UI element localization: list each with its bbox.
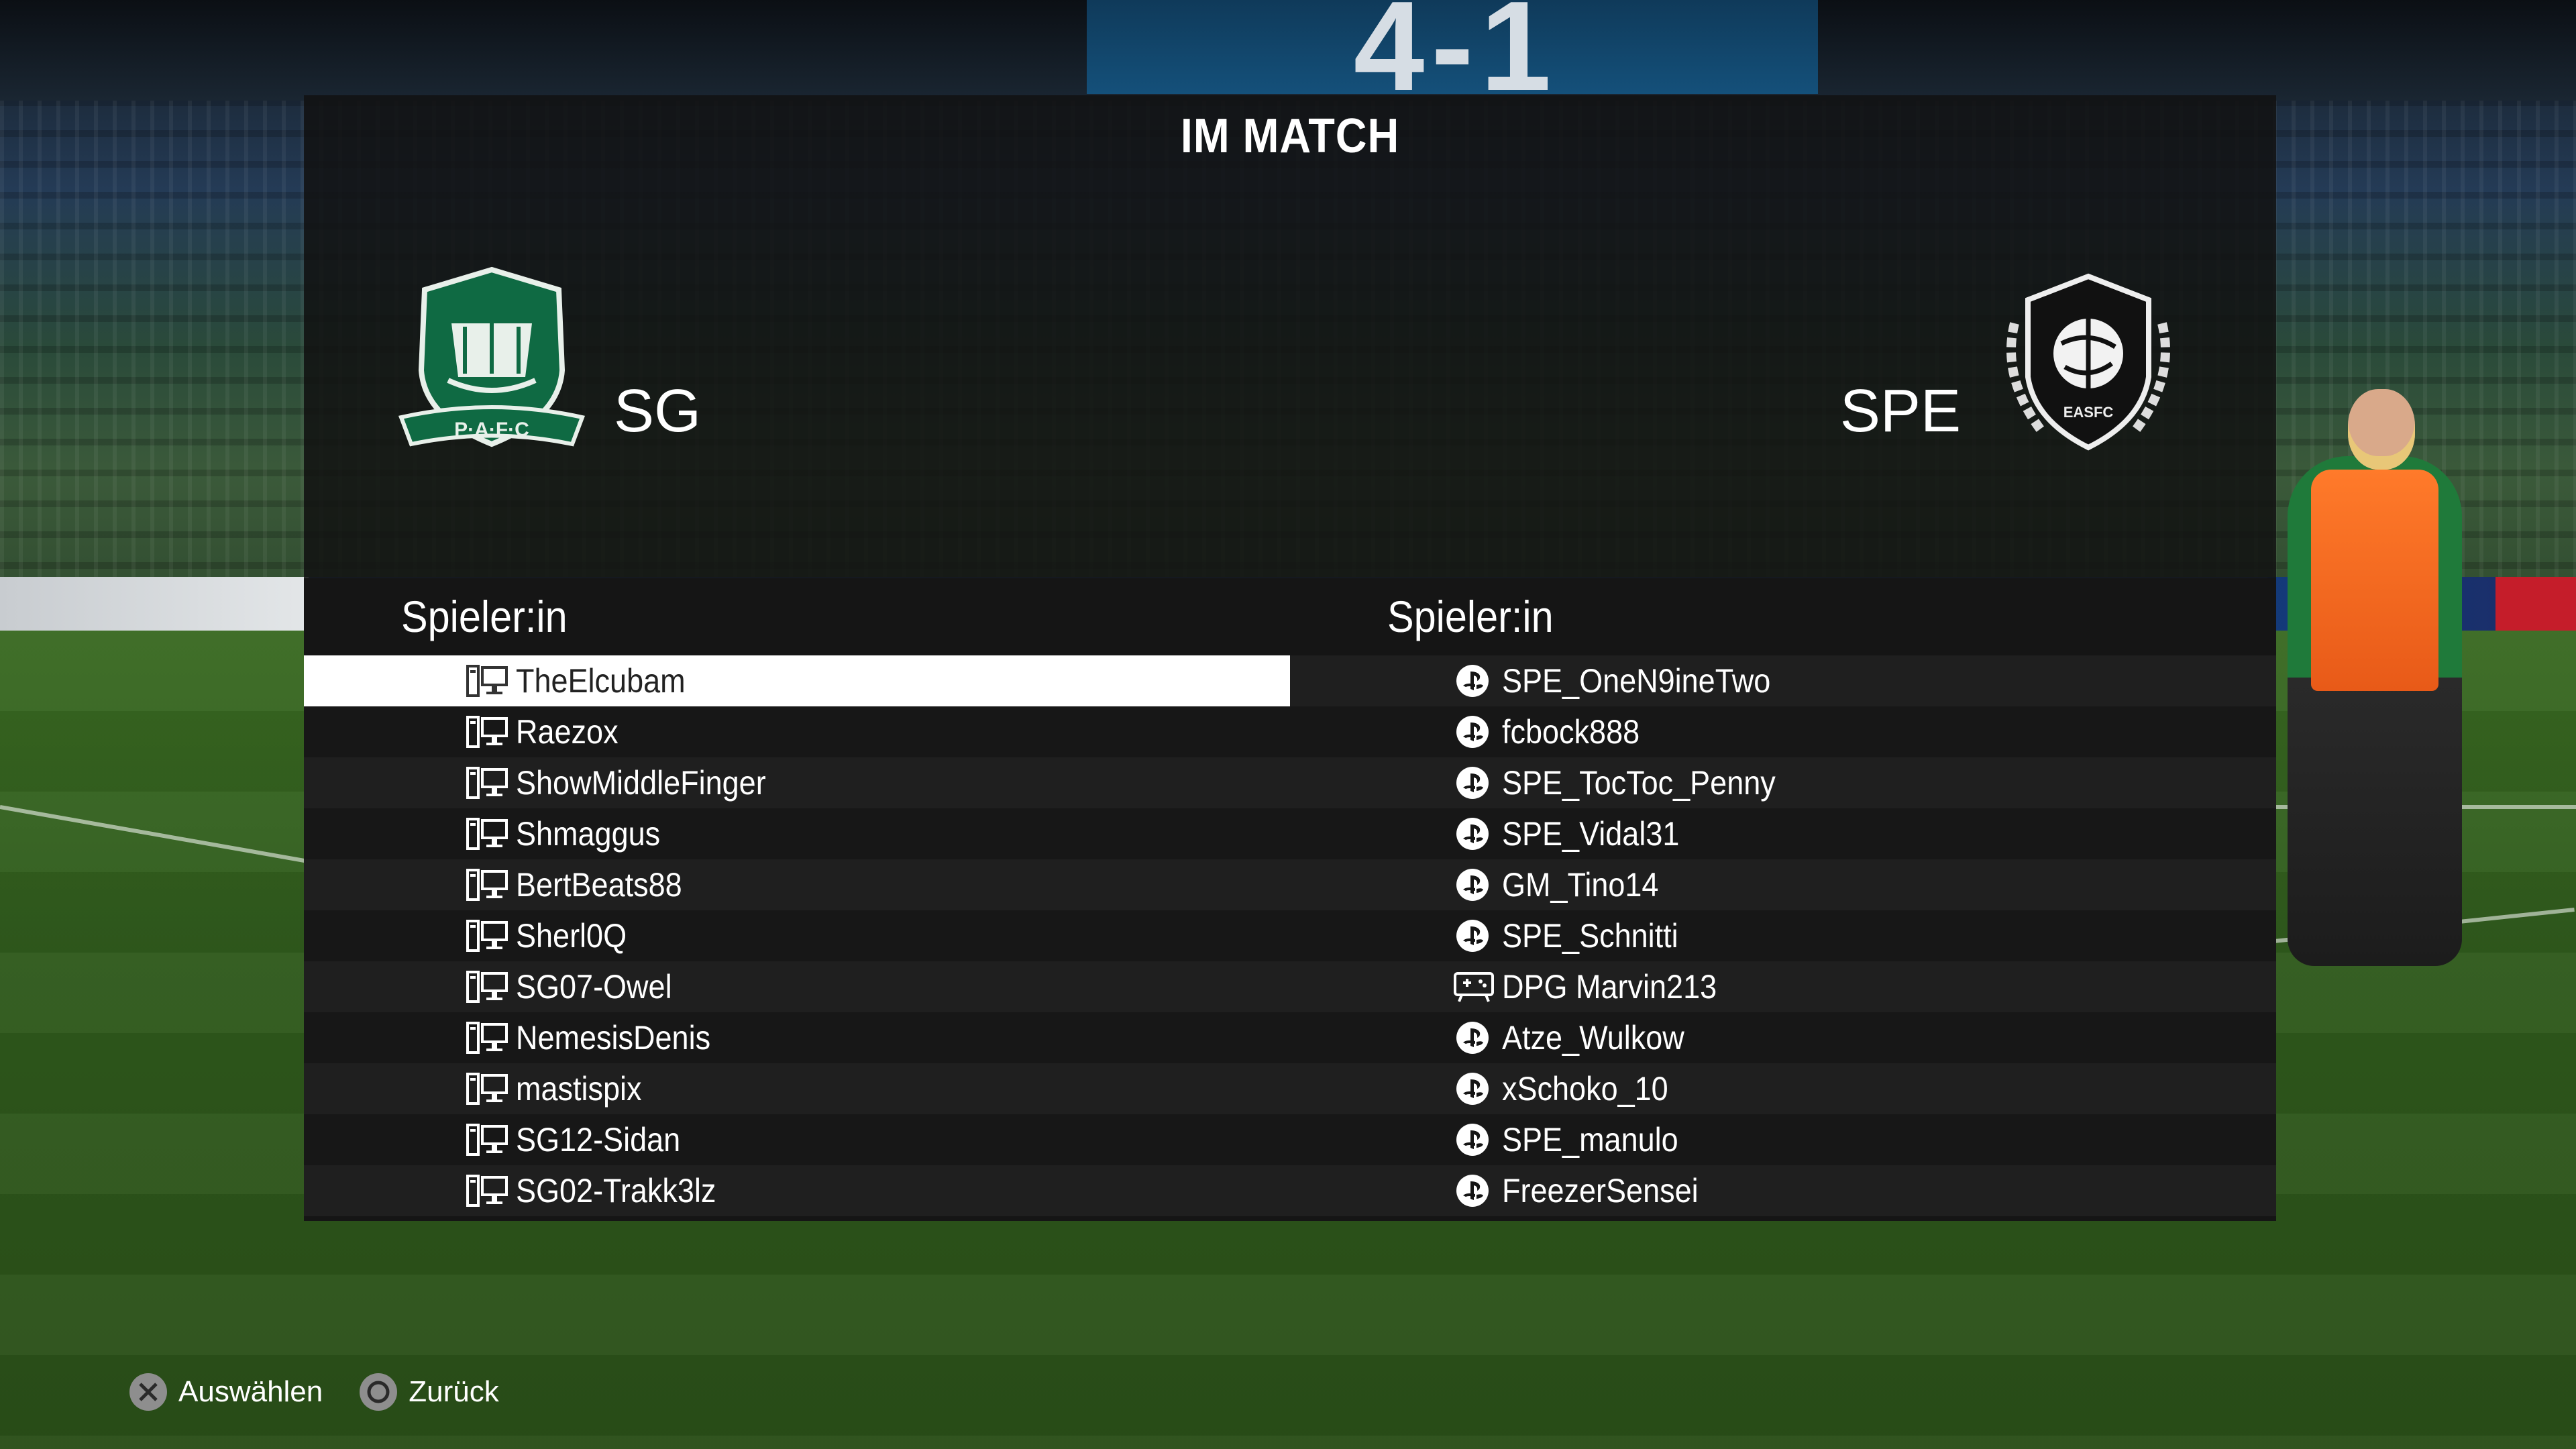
home-player-column: Spieler:in TheElcubam Raezox ShowMiddleF… (304, 578, 1290, 1221)
player-name: GM_Tino14 (1502, 866, 1659, 904)
playstation-icon (1456, 869, 1489, 901)
away-player-column: Spieler:in SPE_OneN9ineTwo fcbock888 SPE… (1290, 578, 2276, 1221)
pc-icon (466, 767, 508, 799)
pc-icon (466, 1073, 508, 1105)
player-name: SG02-Trakk3lz (516, 1172, 716, 1210)
player-row[interactable]: BertBeats88 (304, 859, 1290, 910)
player-row[interactable]: NemesisDenis (304, 1012, 1290, 1063)
player-row[interactable]: ShowMiddleFinger (304, 757, 1290, 808)
player-name: xSchoko_10 (1502, 1070, 1668, 1108)
player-row[interactable]: FreezerSensei (1290, 1165, 2276, 1216)
svg-text:EASFC: EASFC (2063, 404, 2114, 421)
player-name: Sherl0Q (516, 917, 627, 955)
pc-icon (466, 1124, 508, 1156)
player-row[interactable]: DPG Marvin213 (1290, 961, 2276, 1012)
player-name: ShowMiddleFinger (516, 764, 766, 802)
player-row[interactable]: SPE_OneN9ineTwo (1290, 655, 2276, 706)
pc-icon (466, 869, 508, 901)
away-team-abbr: SPE (1839, 378, 1961, 445)
player-row[interactable]: SPE_TocToc_Penny (1290, 757, 2276, 808)
playstation-icon (1456, 920, 1489, 952)
player-name: SG12-Sidan (516, 1121, 681, 1159)
player-row[interactable]: SG02-Trakk3lz (304, 1165, 1290, 1216)
player-name: TheElcubam (516, 662, 686, 700)
player-bib (2311, 470, 2438, 691)
pc-icon (466, 971, 508, 1003)
player-name: fcbock888 (1502, 713, 1640, 751)
player-row[interactable]: GM_Tino14 (1290, 859, 2276, 910)
player-name: SPE_Vidal31 (1502, 815, 1680, 853)
player-row[interactable]: Raezox (304, 706, 1290, 757)
home-team-abbr: SG (614, 378, 702, 445)
player-name: NemesisDenis (516, 1019, 711, 1057)
scoreboard: 4-1 (1087, 0, 1818, 117)
player-name: Shmaggus (516, 815, 661, 853)
player-name: SPE_Schnitti (1502, 917, 1678, 955)
player-row[interactable]: xSchoko_10 (1290, 1063, 2276, 1114)
pc-icon (466, 1022, 508, 1054)
home-player-list: TheElcubam Raezox ShowMiddleFinger Shmag… (304, 655, 1290, 1216)
back-label: Zurück (409, 1375, 499, 1408)
pc-icon (466, 716, 508, 748)
home-column-header: Spieler:in (401, 592, 568, 641)
select-label: Auswählen (178, 1375, 323, 1408)
pc-icon (466, 818, 508, 850)
playstation-icon (1456, 1073, 1489, 1105)
match-header-panel: IM MATCH P·A·F·C SG SPE EASFC (304, 95, 2276, 578)
player-row[interactable]: SPE_Schnitti (1290, 910, 2276, 961)
player-name: SPE_OneN9ineTwo (1502, 662, 1771, 700)
player-row[interactable]: SG12-Sidan (304, 1114, 1290, 1165)
player-row[interactable]: TheElcubam (304, 655, 1290, 706)
playstation-icon (1456, 818, 1489, 850)
player-name: BertBeats88 (516, 866, 682, 904)
away-player-list: SPE_OneN9ineTwo fcbock888 SPE_TocToc_Pen… (1290, 655, 2276, 1216)
playstation-icon (1456, 716, 1489, 748)
player-row[interactable]: Shmaggus (304, 808, 1290, 859)
away-column-header: Spieler:in (1387, 592, 1554, 641)
playstation-icon (1456, 1022, 1489, 1054)
panel-title: IM MATCH (1180, 109, 1400, 163)
button-prompts: Auswählen Zurück (127, 1368, 534, 1415)
pc-icon (466, 920, 508, 952)
away-team-crest-icon: EASFC (2006, 273, 2170, 451)
player-row[interactable]: SG07-Owel (304, 961, 1290, 1012)
player-name: SG07-Owel (516, 968, 672, 1006)
playstation-icon (1456, 1124, 1489, 1156)
select-prompt[interactable]: Auswählen (127, 1371, 323, 1413)
player-name: Raezox (516, 713, 619, 751)
player-row[interactable]: mastispix (304, 1063, 1290, 1114)
playstation-icon (1456, 665, 1489, 697)
player-name: FreezerSensei (1502, 1172, 1699, 1210)
player-row[interactable]: SPE_Vidal31 (1290, 808, 2276, 859)
back-prompt[interactable]: Zurück (358, 1371, 499, 1413)
player-row[interactable]: SPE_manulo (1290, 1114, 2276, 1165)
controller-icon (1454, 972, 1494, 1002)
player-name: SPE_manulo (1502, 1121, 1678, 1159)
cross-button-icon (129, 1373, 167, 1411)
player-name: Atze_Wulkow (1502, 1019, 1684, 1057)
player-name: DPG Marvin213 (1502, 968, 1717, 1006)
player-name: SPE_TocToc_Penny (1502, 764, 1776, 802)
circle-button-icon (360, 1373, 398, 1411)
player-list-panel: Spieler:in TheElcubam Raezox ShowMiddleF… (304, 578, 2276, 1221)
pitch-line (0, 805, 311, 864)
player-name: mastispix (516, 1070, 642, 1108)
playstation-icon (1456, 767, 1489, 799)
svg-text:P·A·F·C: P·A·F·C (454, 419, 529, 441)
player-row[interactable]: Sherl0Q (304, 910, 1290, 961)
player-head (2348, 389, 2415, 470)
pc-icon (466, 665, 508, 697)
pc-icon (466, 1175, 508, 1207)
home-team-crest-icon: P·A·F·C (398, 266, 586, 447)
player-row[interactable]: fcbock888 (1290, 706, 2276, 757)
playstation-icon (1456, 1175, 1489, 1207)
player-row[interactable]: Atze_Wulkow (1290, 1012, 2276, 1063)
